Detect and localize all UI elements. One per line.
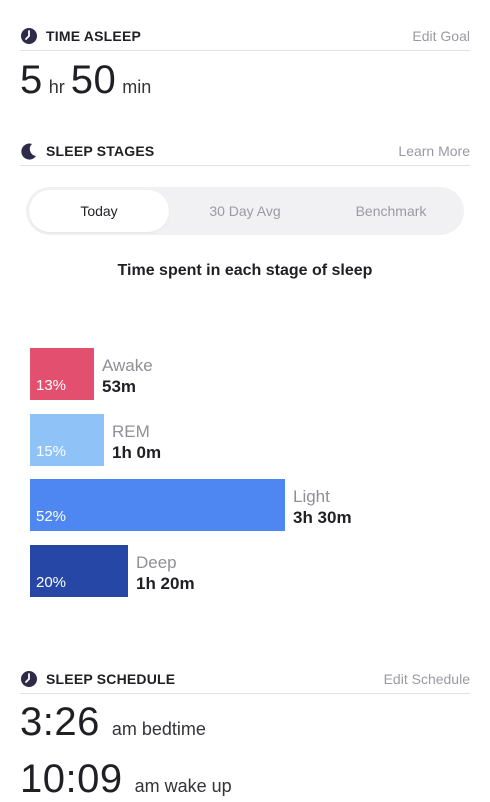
sleep-stages-title: SLEEP STAGES [46, 143, 155, 159]
stage-percent: 13% [36, 377, 67, 394]
bedtime-row: 3:26 am bedtime [20, 700, 206, 745]
stage-info: Light 3h 30m [293, 479, 352, 531]
stage-duration: 3h 30m [293, 508, 352, 527]
edit-schedule-link[interactable]: Edit Schedule [384, 671, 470, 687]
stage-name: Light [293, 487, 330, 506]
time-asleep-header: TIME ASLEEP Edit Goal [20, 22, 470, 51]
sleep-stages-header: SLEEP STAGES Learn More [20, 137, 470, 166]
edit-goal-link[interactable]: Edit Goal [412, 28, 470, 44]
stage-percent: 15% [36, 443, 67, 460]
clock-icon [20, 670, 38, 688]
sleep-schedule-title: SLEEP SCHEDULE [46, 671, 176, 687]
sleep-schedule-header: SLEEP SCHEDULE Edit Schedule [20, 665, 470, 694]
tab-today[interactable]: Today [29, 190, 169, 232]
stage-view-tabs: Today 30 Day Avg Benchmark [26, 187, 464, 235]
stage-row-deep: 20% Deep 1h 20m [30, 545, 195, 597]
hours-value: 5 [20, 58, 43, 102]
minutes-unit: min [122, 77, 152, 97]
time-asleep-value: 5 hr 50 min [20, 58, 157, 103]
stage-info: Awake 53m [102, 348, 153, 400]
minutes-value: 50 [70, 58, 117, 102]
stage-bar: 20% [30, 545, 128, 597]
clock-icon [20, 27, 38, 45]
stage-row-rem: 15% REM 1h 0m [30, 414, 161, 466]
stage-percent: 20% [36, 574, 67, 591]
wakeup-label: am wake up [134, 776, 232, 796]
stage-bar: 15% [30, 414, 104, 466]
moon-icon [20, 142, 38, 160]
tab-30-day-avg[interactable]: 30 Day Avg [175, 190, 315, 232]
time-asleep-title: TIME ASLEEP [46, 28, 142, 44]
wakeup-value: 10:09 [20, 757, 123, 801]
stages-chart-title: Time spent in each stage of sleep [117, 262, 373, 279]
tab-benchmark[interactable]: Benchmark [321, 190, 461, 232]
stage-info: REM 1h 0m [112, 414, 161, 466]
learn-more-link[interactable]: Learn More [398, 143, 470, 159]
hours-unit: hr [48, 77, 65, 97]
stage-bar: 52% [30, 479, 285, 531]
stage-duration: 1h 20m [136, 574, 195, 593]
wakeup-row: 10:09 am wake up [20, 757, 232, 802]
bedtime-value: 3:26 [20, 700, 100, 744]
stage-name: Deep [136, 553, 177, 572]
stage-name: REM [112, 422, 150, 441]
stage-percent: 52% [36, 508, 67, 525]
stage-row-awake: 13% Awake 53m [30, 348, 153, 400]
bedtime-label: am bedtime [111, 719, 206, 739]
stage-duration: 53m [102, 377, 137, 396]
stage-info: Deep 1h 20m [136, 545, 195, 597]
stage-name: Awake [102, 356, 153, 375]
stage-duration: 1h 0m [112, 443, 162, 462]
stage-bar: 13% [30, 348, 94, 400]
stage-row-light: 52% Light 3h 30m [30, 479, 352, 531]
